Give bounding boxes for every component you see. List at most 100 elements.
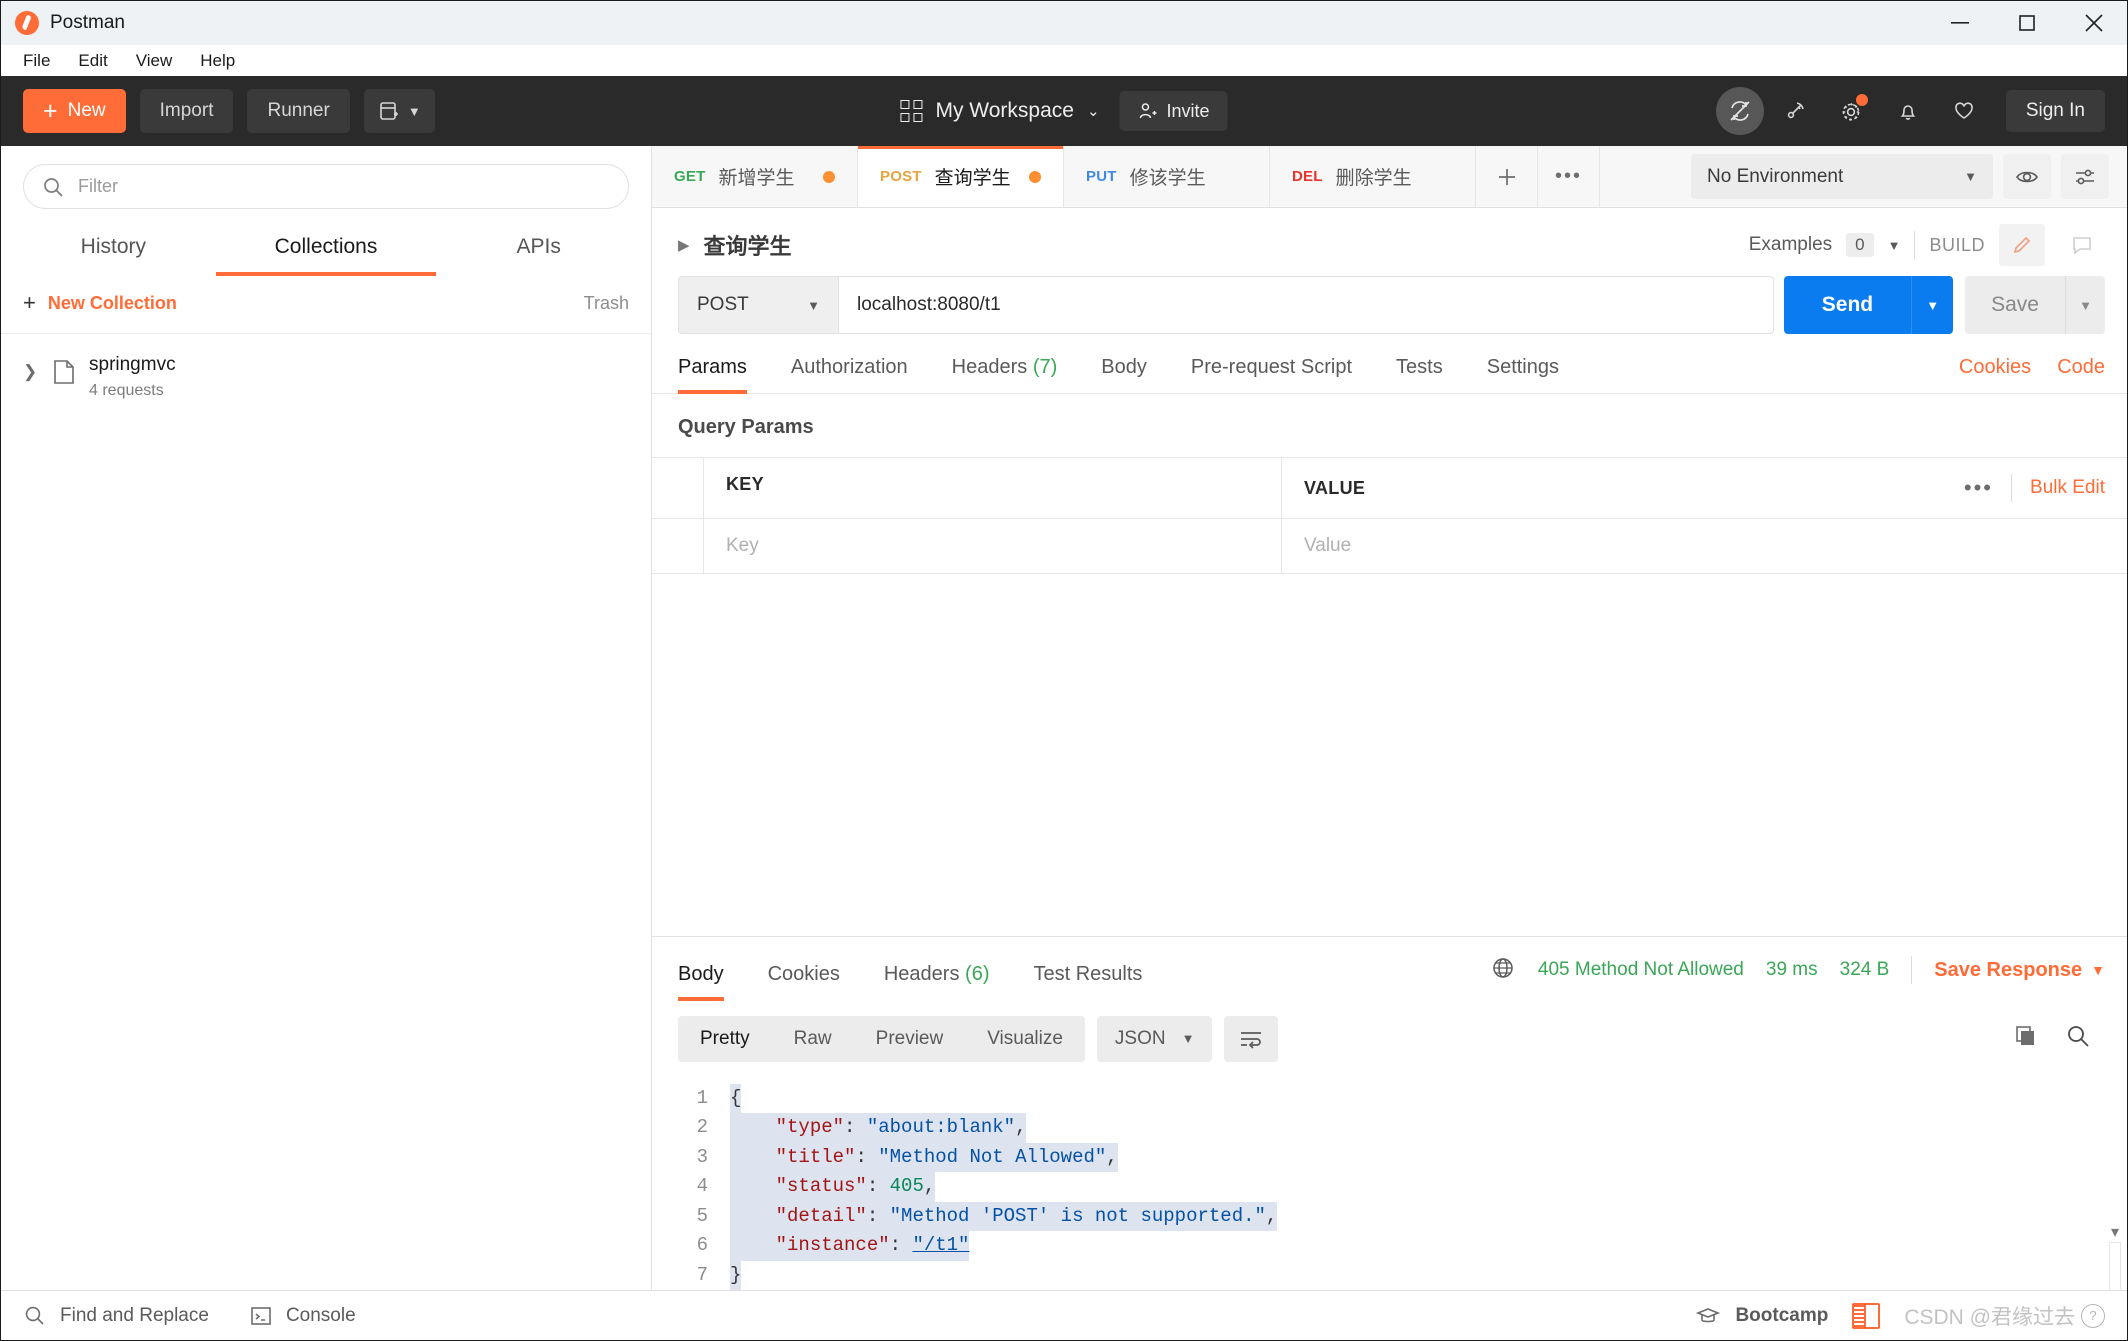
save-response-button[interactable]: Save Response ▼ [1934, 959, 2105, 982]
request-tab-2[interactable]: PUT 修该学生 [1064, 146, 1270, 207]
row-checkbox-cell[interactable] [652, 519, 704, 573]
response-scrollbar[interactable] [2109, 1241, 2121, 1290]
response-tab-headers[interactable]: Headers (6) [862, 963, 1012, 1000]
edit-button[interactable] [1999, 224, 2045, 266]
tab-method: PUT [1086, 168, 1117, 185]
close-button[interactable] [2060, 1, 2127, 45]
tab-pre-request-script[interactable]: Pre-request Script [1169, 356, 1374, 393]
tab-body[interactable]: Body [1079, 356, 1169, 393]
viewer-mode-raw[interactable]: Raw [772, 1016, 854, 1062]
tab-settings[interactable]: Settings [1465, 356, 1581, 393]
wrap-lines-icon [1241, 1031, 1262, 1049]
minimize-button[interactable] [1926, 1, 1993, 45]
response-tab-cookies[interactable]: Cookies [746, 963, 862, 1000]
viewer-mode-preview[interactable]: Preview [854, 1016, 966, 1062]
chevron-down-icon[interactable]: ▼ [1888, 238, 1901, 253]
comment-button[interactable] [2059, 224, 2105, 266]
expand-triangle-icon[interactable]: ▶ [678, 236, 690, 254]
scrollbar-thumb[interactable] [2109, 1241, 2121, 1290]
method-select[interactable]: POST ▼ [678, 276, 838, 334]
request-title: 查询学生 [703, 234, 792, 259]
find-and-replace-button[interactable]: Find and Replace [23, 1304, 209, 1328]
build-label[interactable]: BUILD [1929, 235, 1985, 256]
sidebar-tab-history[interactable]: History [7, 219, 220, 276]
request-tab-1[interactable]: POST 查询学生 [858, 146, 1064, 207]
cookies-link[interactable]: Cookies [1959, 356, 2031, 379]
tabs-more-button[interactable]: ••• [1538, 146, 1600, 207]
save-options-button[interactable]: ▼ [2065, 276, 2105, 334]
table-row[interactable]: Key Value [652, 519, 2127, 574]
environment-quick-look-button[interactable] [2003, 154, 2051, 199]
request-tab-3[interactable]: DEL 删除学生 [1270, 146, 1476, 207]
invite-label: Invite [1166, 100, 1210, 121]
watermark-text: CSDN @君缘过去 [1904, 1305, 2075, 1329]
signin-button[interactable]: Sign In [2005, 90, 2105, 132]
tab-label: Body [678, 962, 724, 985]
menu-edit[interactable]: Edit [64, 48, 121, 74]
menu-file[interactable]: File [9, 48, 64, 74]
collection-actions: + New Collection Trash [1, 276, 651, 334]
save-button[interactable]: Save [1965, 276, 2065, 334]
new-button-label: New [67, 100, 106, 121]
new-collection-button[interactable]: + New Collection [23, 290, 177, 316]
code-line: 6 "instance": "/t1" [652, 1231, 2127, 1261]
sidebar-tab-collections[interactable]: Collections [220, 219, 433, 276]
sidebar: Filter History Collections APIs + New Co… [1, 146, 652, 1290]
param-key-input[interactable]: Key [704, 519, 1282, 573]
environment-zone: No Environment ▼ [1673, 146, 2127, 207]
tab-authorization[interactable]: Authorization [769, 356, 930, 393]
request-tab-0[interactable]: GET 新增学生 [652, 146, 858, 207]
workspace-selector[interactable]: My Workspace ⌄ [900, 99, 1100, 123]
new-tab-button[interactable] [1476, 146, 1538, 207]
scroll-down-icon[interactable]: ▾ [2111, 1222, 2119, 1242]
code-link[interactable]: Code [2057, 356, 2105, 379]
sync-disabled-icon[interactable] [1715, 87, 1764, 135]
eye-icon [2016, 171, 2038, 182]
bootcamp-button[interactable]: Bootcamp [1695, 1305, 1828, 1327]
tab-headers[interactable]: Headers (7) [930, 356, 1080, 393]
environment-select[interactable]: No Environment ▼ [1691, 154, 1993, 199]
bulk-edit-button[interactable]: Bulk Edit [2030, 477, 2105, 499]
menu-view[interactable]: View [122, 48, 187, 74]
toolbar-right: Sign In [1715, 87, 2105, 135]
send-button[interactable]: Send [1783, 276, 1912, 334]
menu-help[interactable]: Help [186, 48, 249, 74]
two-pane-layout-icon[interactable] [1852, 1302, 1881, 1329]
wrap-lines-button[interactable] [1224, 1015, 1279, 1062]
response-tab-test-results[interactable]: Test Results [1011, 963, 1164, 1000]
heart-icon[interactable] [1940, 87, 1988, 135]
runner-button[interactable]: Runner [247, 89, 350, 133]
collection-folder-icon [51, 352, 77, 391]
response-format-select[interactable]: JSON ▼ [1096, 1015, 1213, 1062]
collection-item-springmvc[interactable]: ❯ springmvc 4 requests [1, 334, 651, 418]
response-body-viewer[interactable]: 1{2 "type": "about:blank", 3 "title": "Me… [652, 1072, 2127, 1290]
table-more-icon[interactable]: ••• [1964, 475, 1993, 501]
invite-button[interactable]: Invite [1119, 91, 1228, 131]
bell-icon[interactable] [1884, 87, 1932, 135]
import-button[interactable]: Import [139, 89, 234, 133]
copy-button[interactable] [2013, 1023, 2039, 1054]
request-header: ▶ 查询学生 Examples 0 ▼ BUILD [652, 208, 2127, 276]
tab-params[interactable]: Params [678, 356, 769, 394]
new-window-button[interactable]: ▼ [363, 89, 435, 133]
search-button[interactable] [2065, 1023, 2091, 1054]
console-button[interactable]: Console [249, 1304, 356, 1328]
params-empty-space [652, 574, 2127, 936]
tab-tests[interactable]: Tests [1374, 356, 1465, 393]
chevron-right-icon[interactable]: ❯ [23, 352, 39, 382]
url-input[interactable]: localhost:8080/t1 [838, 276, 1774, 334]
gear-icon[interactable] [1828, 87, 1876, 135]
broadcast-icon[interactable] [1772, 87, 1820, 135]
viewer-mode-visualize[interactable]: Visualize [965, 1016, 1085, 1062]
code-line: 1{ [652, 1083, 2127, 1113]
sidebar-tab-apis[interactable]: APIs [432, 219, 645, 276]
environment-settings-button[interactable] [2061, 154, 2109, 199]
trash-button[interactable]: Trash [584, 293, 629, 314]
filter-input[interactable]: Filter [23, 164, 629, 209]
new-button[interactable]: + New [23, 89, 126, 133]
viewer-mode-pretty[interactable]: Pretty [678, 1016, 772, 1062]
maximize-button[interactable] [1993, 1, 2060, 45]
param-value-input[interactable]: Value [1282, 519, 2127, 573]
response-tab-body[interactable]: Body [678, 962, 746, 1001]
send-options-button[interactable]: ▼ [1911, 276, 1954, 334]
